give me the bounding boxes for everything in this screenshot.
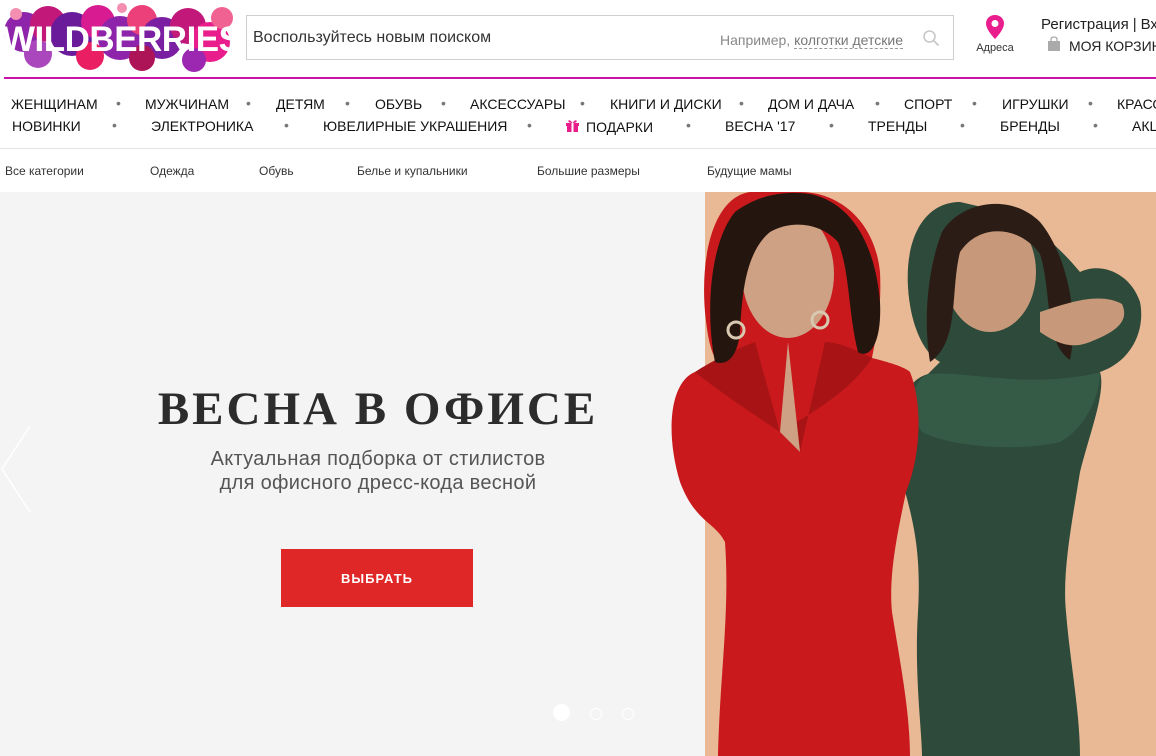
subcategory-nav: Все категории Одежда Обувь Белье и купал… — [0, 164, 1156, 180]
nav-item-sales[interactable]: АКЦИИ — [1132, 118, 1156, 134]
gift-icon — [566, 120, 579, 132]
nav-item-men[interactable]: МУЖЧИНАМ — [145, 96, 229, 112]
nav-separator: • — [829, 117, 834, 133]
hero-subtitle-line-2: для офисного дресс-кода весной — [219, 472, 537, 494]
carousel-dot-3[interactable] — [622, 708, 634, 720]
carousel-dot-2[interactable] — [590, 708, 602, 720]
hero-title: ВЕСНА В ОФИСЕ — [157, 383, 599, 435]
nav-item-sport[interactable]: СПОРТ — [904, 96, 952, 112]
nav-item-gifts[interactable]: ПОДАРКИ — [565, 118, 653, 135]
nav-divider — [0, 148, 1156, 149]
nav-separator: • — [686, 117, 691, 133]
search-input[interactable] — [247, 16, 697, 59]
logo-text: WILDBERRIES — [2, 20, 242, 59]
nav-separator: • — [246, 95, 251, 111]
search-hint: Например, колготки детские — [720, 32, 903, 49]
address-link[interactable]: Адреса — [972, 14, 1018, 54]
nav-item-accessories[interactable]: АКСЕССУАРЫ — [470, 96, 566, 112]
map-pin-icon — [986, 15, 1004, 39]
nav-separator: • — [580, 95, 585, 111]
nav-item-spring17[interactable]: ВЕСНА '17 — [725, 118, 795, 134]
logo[interactable]: WILDBERRIES — [2, 2, 242, 74]
auth-separator: | — [1132, 16, 1137, 33]
nav-item-gifts-label: ПОДАРКИ — [586, 119, 654, 135]
hero-subtitle-line-1: Актуальная подборка от стилистов — [210, 448, 546, 470]
nav-separator: • — [116, 95, 121, 111]
header-divider — [4, 77, 1156, 79]
nav-separator: • — [739, 95, 744, 111]
nav-item-electronics[interactable]: ЭЛЕКТРОНИКА — [151, 118, 253, 134]
page: WILDBERRIES Например, колготки детские А… — [0, 0, 1156, 756]
nav-item-beauty[interactable]: КРАСОТА — [1117, 96, 1156, 112]
nav-item-shoes[interactable]: ОБУВЬ — [375, 96, 422, 112]
nav-separator: • — [1088, 95, 1093, 111]
carousel-dot-1[interactable] — [553, 704, 570, 721]
nav-item-books[interactable]: КНИГИ И ДИСКИ — [610, 96, 722, 112]
nav-item-toys[interactable]: ИГРУШКИ — [1002, 96, 1069, 112]
nav-separator: • — [441, 95, 446, 111]
register-link[interactable]: Регистрация — [1041, 16, 1129, 33]
subnav-clothing[interactable]: Одежда — [150, 164, 194, 178]
subnav-shoes[interactable]: Обувь — [259, 164, 294, 178]
login-link[interactable]: Вход — [1141, 16, 1156, 33]
cart-link[interactable]: МОЯ КОРЗИНА — [1047, 36, 1156, 54]
nav-item-women[interactable]: ЖЕНЩИНАМ — [11, 96, 98, 112]
hero-choose-button[interactable]: ВЫБРАТЬ — [281, 549, 473, 607]
subnav-lingerie[interactable]: Белье и купальники — [357, 164, 468, 178]
subnav-all-categories[interactable]: Все категории — [5, 164, 84, 178]
cart-label: МОЯ КОРЗИНА — [1069, 38, 1156, 54]
hero-banner[interactable]: ВЕСНА В ОФИСЕ Актуальная подборка от сти… — [0, 192, 1156, 756]
nav-separator: • — [1093, 117, 1098, 133]
nav-item-home[interactable]: ДОМ И ДАЧА — [768, 96, 854, 112]
search-box: Например, колготки детские — [246, 15, 954, 60]
nav-separator: • — [345, 95, 350, 111]
nav-item-brands[interactable]: БРЕНДЫ — [1000, 118, 1060, 134]
nav-separator: • — [972, 95, 977, 111]
nav-separator: • — [960, 117, 965, 133]
chevron-left-icon[interactable] — [0, 424, 32, 514]
nav-separator: • — [112, 117, 117, 133]
site-header: WILDBERRIES Например, колготки детские А… — [0, 0, 1156, 78]
nav-item-kids[interactable]: ДЕТЯМ — [276, 96, 325, 112]
subnav-maternity[interactable]: Будущие мамы — [707, 164, 792, 178]
auth-links: Регистрация| Вход — [1041, 16, 1156, 33]
search-hint-link[interactable]: колготки детские — [794, 32, 903, 49]
nav-separator: • — [527, 117, 532, 133]
main-nav: ЖЕНЩИНАМ • МУЖЧИНАМ • ДЕТЯМ • ОБУВЬ • АК… — [0, 92, 1156, 148]
nav-item-new[interactable]: НОВИНКИ — [12, 118, 81, 134]
search-hint-prefix: Например, — [720, 32, 791, 48]
search-icon[interactable] — [922, 29, 940, 47]
nav-separator: • — [284, 117, 289, 133]
nav-item-jewelry[interactable]: ЮВЕЛИРНЫЕ УКРАШЕНИЯ — [323, 118, 507, 134]
nav-item-trends[interactable]: ТРЕНДЫ — [868, 118, 927, 134]
address-label: Адреса — [976, 42, 1014, 54]
subnav-plus-size[interactable]: Большие размеры — [537, 164, 640, 178]
shopping-bag-icon — [1048, 36, 1060, 51]
carousel-dots — [553, 704, 643, 724]
nav-separator: • — [875, 95, 880, 111]
